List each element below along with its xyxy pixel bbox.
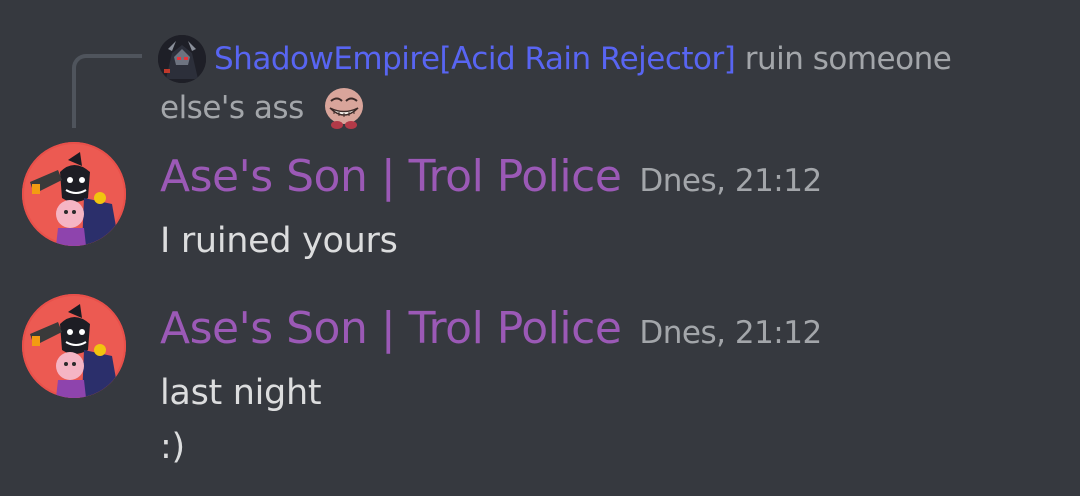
reply-author-name[interactable]: ShadowEmpire[Acid Rain Rejector] xyxy=(214,41,736,77)
reply-line: ShadowEmpire[Acid Rain Rejector] ruin so… xyxy=(214,36,952,82)
message-text: :) xyxy=(160,427,185,467)
message-header: Ase's Son | Trol Police Dnes, 21:12 xyxy=(160,147,822,207)
reply-avatar-image xyxy=(158,35,206,83)
message-text: I ruined yours xyxy=(160,221,398,261)
reply-text-line2: else's ass xyxy=(160,85,367,131)
message-header: Ase's Son | Trol Police Dnes, 21:12 xyxy=(160,299,822,359)
author-name[interactable]: Ase's Son | Trol Police xyxy=(160,303,622,354)
chat-messages: ShadowEmpire[Acid Rain Rejector] ruin so… xyxy=(0,0,1080,496)
message-text: last night xyxy=(160,373,322,413)
author-name[interactable]: Ase's Son | Trol Police xyxy=(160,151,622,202)
message-timestamp: Dnes, 21:12 xyxy=(639,163,822,199)
trollface-emoji-icon xyxy=(321,84,367,130)
message-timestamp: Dnes, 21:12 xyxy=(639,315,822,351)
avatar-image xyxy=(22,294,126,398)
reply-author-avatar[interactable] xyxy=(158,35,206,83)
author-avatar[interactable] xyxy=(22,142,126,246)
author-avatar[interactable] xyxy=(22,294,126,398)
avatar-image xyxy=(22,142,126,246)
reply-text-part1[interactable]: ruin someone xyxy=(745,41,952,77)
reply-spine xyxy=(72,54,142,128)
reply-text-part2[interactable]: else's ass xyxy=(160,90,304,126)
